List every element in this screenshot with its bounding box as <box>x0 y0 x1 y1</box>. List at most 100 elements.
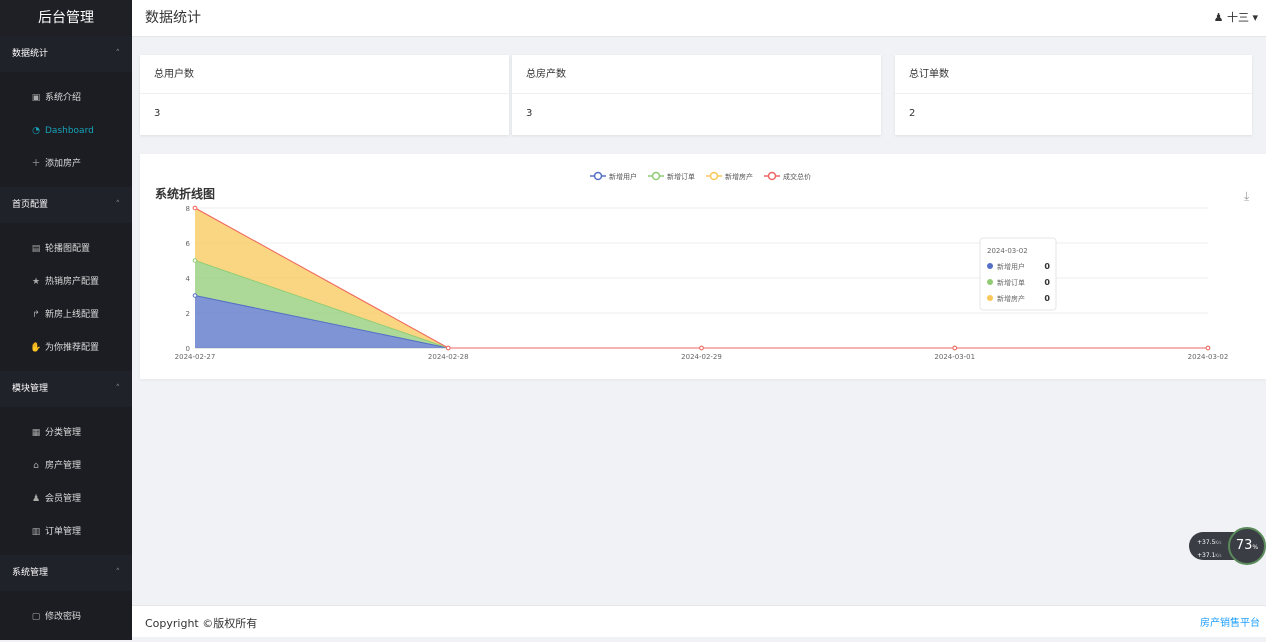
footer-brand-link[interactable]: 房产销售平台 <box>1200 606 1260 642</box>
tooltip-series-name: 新增订单 <box>997 278 1025 287</box>
menu-group-label: 首页配置 <box>12 200 49 210</box>
stat-card-title: 总订单数 <box>895 55 1252 94</box>
download-speed: +37.1K/s <box>1197 552 1222 559</box>
legend-label: 新增订单 <box>667 172 695 181</box>
sidebar-item[interactable]: ▥ 订单管理 <box>0 516 132 549</box>
user-icon: ♟ <box>31 494 41 504</box>
upload-speed: +37.5K/s <box>1197 539 1222 546</box>
tooltip-series-name: 新增用户 <box>997 262 1025 271</box>
legend-label: 新增用户 <box>609 172 637 181</box>
sidebar-item[interactable]: ▤ 轮播图配置 <box>0 233 132 266</box>
sidebar-item-label: 为你推荐配置 <box>45 343 100 353</box>
sidebar-item-label: 修改密码 <box>45 612 82 622</box>
sidebar-item[interactable]: ▦ 分类管理 <box>0 417 132 450</box>
sidebar-item[interactable]: ＋ 添加房产 <box>0 148 132 181</box>
menu-group-title[interactable]: 数据统计 ˄ <box>0 36 132 72</box>
menu-group-items: ▢ 修改密码 <box>0 591 132 640</box>
sidebar-logo: 后台管理 <box>0 0 132 36</box>
user-menu[interactable]: ♟ 十三 ▾ <box>1214 0 1258 36</box>
sidebar-item[interactable]: ★ 热销房产配置 <box>0 266 132 299</box>
sidebar-item[interactable]: ♟ 会员管理 <box>0 483 132 516</box>
sidebar-item-label: 热销房产配置 <box>45 277 100 287</box>
sidebar-item-label: 添加房产 <box>45 159 82 169</box>
chart-title: 系统折线图 <box>155 186 215 201</box>
tooltip-date: 2024-03-02 <box>987 247 1028 255</box>
sidebar: 后台管理 数据统计 ˄ ▣ 系统介绍 ◔ Dashboard ＋ 添加房产 首页配置 ˄ ▤ 轮播图配… <box>0 0 132 640</box>
y-tick-label: 0 <box>186 345 190 353</box>
sidebar-item-label: 订单管理 <box>45 527 82 537</box>
sidebar-menu: 数据统计 ˄ ▣ 系统介绍 ◔ Dashboard ＋ 添加房产 首页配置 ˄ ▤ 轮播图配置 ★ 热销房… <box>0 36 132 640</box>
menu-group-items: ▣ 系统介绍 ◔ Dashboard ＋ 添加房产 <box>0 72 132 187</box>
sidebar-item-label: 新房上线配置 <box>45 310 100 320</box>
menu-group-label: 数据统计 <box>12 49 49 59</box>
data-point <box>445 345 451 351</box>
menu-group: 系统管理 ˄ ▢ 修改密码 <box>0 555 132 640</box>
menu-group-title[interactable]: 系统管理 ˄ <box>0 555 132 591</box>
stat-card-houses: 总房产数 3 <box>512 55 881 135</box>
sidebar-item[interactable]: ⌂ 房产管理 <box>0 450 132 483</box>
menu-group-title[interactable]: 模块管理 ˄ <box>0 371 132 407</box>
menu-group: 首页配置 ˄ ▤ 轮播图配置 ★ 热销房产配置 ↱ 新房上线配置 ✋ 为你推荐配置 <box>0 187 132 371</box>
x-tick-label: 2024-03-01 <box>934 353 975 361</box>
stat-card-users: 总用户数 3 <box>140 55 509 135</box>
user-icon: ♟ <box>1213 11 1224 24</box>
x-tick-label: 2024-02-27 <box>175 353 216 361</box>
tooltip-marker <box>987 279 993 285</box>
x-tick-label: 2024-02-29 <box>681 353 722 361</box>
dashboard-icon: ◔ <box>32 126 40 136</box>
download-icon[interactable]: ⤓ <box>1244 189 1250 203</box>
menu-group: 数据统计 ˄ ▣ 系统介绍 ◔ Dashboard ＋ 添加房产 <box>0 36 132 187</box>
sidebar-item-label: 分类管理 <box>45 428 82 438</box>
menu-group-items: ▤ 轮播图配置 ★ 热销房产配置 ↱ 新房上线配置 ✋ 为你推荐配置 <box>0 223 132 371</box>
lock-icon: ▢ <box>31 612 41 622</box>
legend-label: 成交总价 <box>783 172 811 181</box>
sidebar-item[interactable]: ▢ 修改密码 <box>0 601 132 634</box>
sidebar-item-label: 房产管理 <box>45 461 82 471</box>
y-tick-label: 8 <box>186 205 190 213</box>
y-tick-label: 6 <box>186 240 191 248</box>
user-name: 十三 <box>1226 11 1249 24</box>
sidebar-item-label: Dashboard <box>45 126 94 136</box>
sidebar-item[interactable]: ▣ 系统介绍 <box>0 82 132 115</box>
plus-icon: ＋ <box>31 159 41 169</box>
order-icon: ▥ <box>31 527 41 537</box>
tooltip-series-name: 新增房产 <box>997 294 1025 303</box>
chevron-up-icon: ˄ <box>115 568 121 578</box>
copyright-text: Copyright ©版权所有 <box>145 617 258 630</box>
chevron-up-icon: ˄ <box>115 384 121 394</box>
sidebar-item[interactable]: ◔ Dashboard <box>0 115 132 148</box>
stat-card-value: 3 <box>154 108 161 119</box>
menu-group: 模块管理 ˄ ▦ 分类管理 ⌂ 房产管理 ♟ 会员管理 ▥ 订单管理 <box>0 371 132 555</box>
menu-group-label: 模块管理 <box>12 384 49 394</box>
legend-marker <box>767 171 777 181</box>
caret-down-icon: ▾ <box>1252 11 1258 24</box>
sidebar-item[interactable]: ✋ 为你推荐配置 <box>0 332 132 365</box>
line-chart: 系统折线图 ⤓新增用户 新增订单 新增房产 成交总价024682024-02-27 202… <box>155 171 1250 361</box>
tooltip-marker <box>987 263 993 269</box>
stat-card-value: 3 <box>526 108 533 119</box>
stat-card-orders: 总订单数 2 <box>895 55 1252 135</box>
menu-group-label: 系统管理 <box>12 568 49 578</box>
sidebar-item[interactable]: ↱ 新房上线配置 <box>0 299 132 332</box>
network-speed-widget[interactable]: +37.5K/s +37.1K/s 73% <box>1189 527 1266 565</box>
data-point <box>699 345 704 351</box>
star-icon: ★ <box>31 277 41 287</box>
cpu-usage-circle: 73% <box>1228 527 1266 565</box>
menu-group-title[interactable]: 首页配置 ˄ <box>0 187 132 223</box>
legend-marker <box>651 171 661 181</box>
legend-label: 新增房产 <box>725 172 753 181</box>
stat-card-title: 总房产数 <box>512 55 881 94</box>
x-tick-label: 2024-02-28 <box>428 353 469 361</box>
grid-icon: ▦ <box>31 428 41 438</box>
menu-group-items: ▦ 分类管理 ⌂ 房产管理 ♟ 会员管理 ▥ 订单管理 <box>0 407 132 555</box>
chevron-up-icon: ˄ <box>115 200 121 210</box>
sidebar-item-label: 轮播图配置 <box>45 244 91 254</box>
stat-card-value: 2 <box>909 108 916 119</box>
data-point <box>192 258 198 263</box>
image-icon: ▤ <box>31 244 41 254</box>
page-title: 数据统计 <box>145 10 201 26</box>
stat-card-title: 总用户数 <box>140 55 509 94</box>
top-header: 数据统计 ♟ 十三 ▾ <box>132 0 1266 37</box>
main-content: 总用户数 3 总房产数 3 总订单数 2 系统折线图 ⤓ 新增用户 新增订单 新增房产成… <box>132 37 1266 605</box>
y-tick-label: 2 <box>186 310 190 318</box>
